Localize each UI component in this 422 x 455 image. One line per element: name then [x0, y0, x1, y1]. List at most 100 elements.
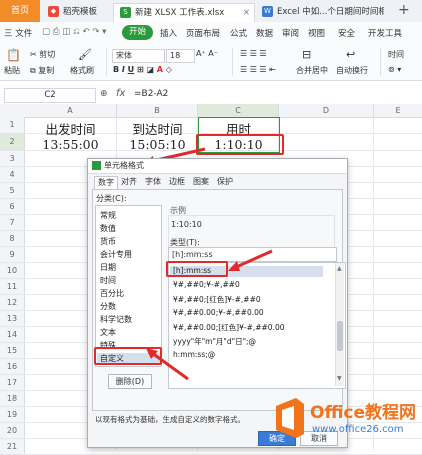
menu-review[interactable]: 审阅	[282, 27, 299, 39]
row-header[interactable]: 8	[0, 231, 25, 247]
fx-icon[interactable]: fx	[116, 88, 125, 99]
row-header[interactable]: 10	[0, 263, 25, 279]
column-header-d[interactable]: D	[279, 104, 374, 118]
menu-security[interactable]: 安全	[338, 27, 355, 39]
divider	[106, 48, 107, 76]
format-type-item[interactable]: ¥#,##0.00;¥-#,##0.00	[173, 308, 264, 317]
category-item[interactable]: 货币	[100, 236, 116, 247]
row-header[interactable]: 9	[0, 247, 25, 263]
format-type-item[interactable]: ¥#,##0;[红色]¥-#,##0	[173, 294, 261, 305]
row-header[interactable]: 3	[0, 151, 25, 167]
watermark-brand: Office教程网	[310, 403, 417, 423]
close-icon[interactable]: ×	[243, 4, 250, 23]
row-header[interactable]: 20	[0, 423, 25, 439]
menu-insert[interactable]: 插入	[160, 27, 177, 39]
select-all-corner[interactable]	[0, 104, 25, 118]
category-list[interactable]: 常规 数值 货币 会计专用 日期 时间 百分比 分数 科学记数 文本 特殊 自定义	[95, 205, 162, 367]
row-header[interactable]: 15	[0, 343, 25, 359]
row-header[interactable]: 12	[0, 295, 25, 311]
scroll-down-icon[interactable]: ▼	[337, 375, 342, 382]
tab-document[interactable]: W Excel 中如...个日期间时间相隔	[256, 3, 384, 22]
category-item[interactable]: 时间	[100, 275, 116, 286]
spreadsheet-icon	[92, 161, 101, 170]
scroll-up-icon[interactable]: ▲	[337, 265, 342, 272]
format-painter-icon[interactable]: 🖌	[78, 48, 92, 61]
row-header[interactable]: 18	[0, 391, 25, 407]
row-header[interactable]: 14	[0, 327, 25, 343]
column-header-c[interactable]: C	[198, 104, 279, 118]
font-grow-icon[interactable]: A⁺ A⁻	[196, 49, 218, 58]
format-type-list[interactable]: [h]:mm:ss ¥#,##0;¥-#,##0 ¥#,##0;[红色]¥-#,##…	[168, 262, 346, 389]
scrollbar[interactable]: ▲ ▼	[335, 263, 344, 386]
row-header[interactable]: 6	[0, 199, 25, 215]
cell-a1[interactable]: 出发时间	[24, 119, 117, 138]
number-format-select[interactable]: 时间	[388, 49, 404, 60]
spreadsheet-icon: S	[120, 7, 131, 18]
paste-icon[interactable]: 📋	[6, 48, 21, 62]
scroll-thumb[interactable]	[337, 321, 343, 351]
category-item[interactable]: 数值	[100, 223, 116, 234]
currency-icon[interactable]: ⊚ ▾	[388, 65, 401, 74]
tab-protection[interactable]: 保护	[214, 176, 236, 188]
row-header[interactable]: 19	[0, 407, 25, 423]
row-header[interactable]: 1	[0, 117, 25, 134]
merge-icon[interactable]: ⊟	[302, 48, 311, 61]
menu-data[interactable]: 数据	[256, 27, 273, 39]
menu-view[interactable]: 视图	[308, 27, 325, 39]
tab-home[interactable]: 首页	[0, 0, 40, 22]
format-buttons[interactable]: B I U ⊞ ◪ A ◇	[113, 65, 172, 74]
tab-pattern[interactable]: 图案	[190, 176, 212, 188]
menu-page-layout[interactable]: 页面布局	[186, 27, 220, 39]
category-item[interactable]: 会计专用	[100, 249, 132, 260]
name-box[interactable]: C2	[4, 88, 96, 103]
format-painter-button[interactable]: 格式刷	[70, 65, 94, 76]
copy-button[interactable]: ⧉ 复制	[30, 65, 54, 76]
new-tab-button[interactable]: +	[398, 2, 410, 18]
wrap-icon[interactable]: ↩	[346, 48, 355, 61]
tab-border[interactable]: 边框	[166, 176, 188, 188]
row-header[interactable]: 16	[0, 359, 25, 375]
font-select[interactable]: 宋体	[112, 49, 165, 63]
category-item[interactable]: 百分比	[100, 288, 124, 299]
wrap-button[interactable]: 自动换行	[336, 65, 368, 76]
column-header-a[interactable]: A	[24, 104, 117, 118]
align-top-icons[interactable]: ☰ ☰ ☰	[240, 49, 267, 58]
menu-file[interactable]: 三 文件	[4, 27, 32, 39]
row-header[interactable]: 7	[0, 215, 25, 231]
menu-developer[interactable]: 开发工具	[368, 27, 402, 39]
column-header-e[interactable]: E	[374, 104, 422, 118]
formula-input[interactable]: =B2-A2	[134, 89, 168, 99]
cell-b1[interactable]: 到达时间	[117, 119, 198, 138]
row-header[interactable]: 5	[0, 183, 25, 199]
paste-button[interactable]: 粘贴	[4, 65, 20, 76]
quick-access-icons[interactable]: ▢ ⎙ ◫ ⎌ ↶ ↷ ▾	[42, 27, 106, 37]
row-header[interactable]: 4	[0, 167, 25, 183]
column-header-b[interactable]: B	[117, 104, 198, 118]
category-item[interactable]: 分数	[100, 301, 116, 312]
tab-workbook[interactable]: S 新建 XLSX 工作表.xlsx ×	[113, 3, 255, 23]
font-size-select[interactable]: 18	[166, 49, 195, 63]
tab-bar: 首页 ◆ 稻壳模板 S 新建 XLSX 工作表.xlsx × W Excel 中如..…	[0, 0, 422, 23]
menu-formulas[interactable]: 公式	[230, 27, 247, 39]
merge-button[interactable]: 合并居中	[296, 65, 328, 76]
tab-font[interactable]: 字体	[142, 176, 164, 188]
tab-number[interactable]: 数字	[94, 176, 118, 189]
category-item[interactable]: 常规	[100, 210, 116, 221]
tab-alignment[interactable]: 对齐	[118, 176, 140, 188]
row-header[interactable]: 17	[0, 375, 25, 391]
menu-start[interactable]: 开始	[122, 25, 154, 40]
cell-a2[interactable]: 13:55:00	[24, 137, 117, 152]
category-item[interactable]: 日期	[100, 262, 116, 273]
row-header[interactable]: 2	[0, 134, 25, 151]
category-item[interactable]: 文本	[100, 327, 116, 338]
cut-button[interactable]: ✂ 剪切	[30, 49, 55, 60]
align-icons[interactable]: ☰ ☰ ☰ ⇤	[240, 65, 276, 74]
category-item[interactable]: 科学记数	[100, 314, 132, 325]
format-type-item[interactable]: ¥#,##0.00;[红色]¥-#,##0.00	[173, 322, 285, 333]
row-header[interactable]: 13	[0, 311, 25, 327]
row-header[interactable]: 11	[0, 279, 25, 295]
zoom-icon[interactable]: ⊕	[100, 89, 108, 99]
format-type-item[interactable]: ¥#,##0;¥-#,##0	[173, 280, 240, 289]
tab-template[interactable]: ◆ 稻壳模板	[42, 3, 112, 22]
row-header[interactable]: 21	[0, 439, 25, 455]
